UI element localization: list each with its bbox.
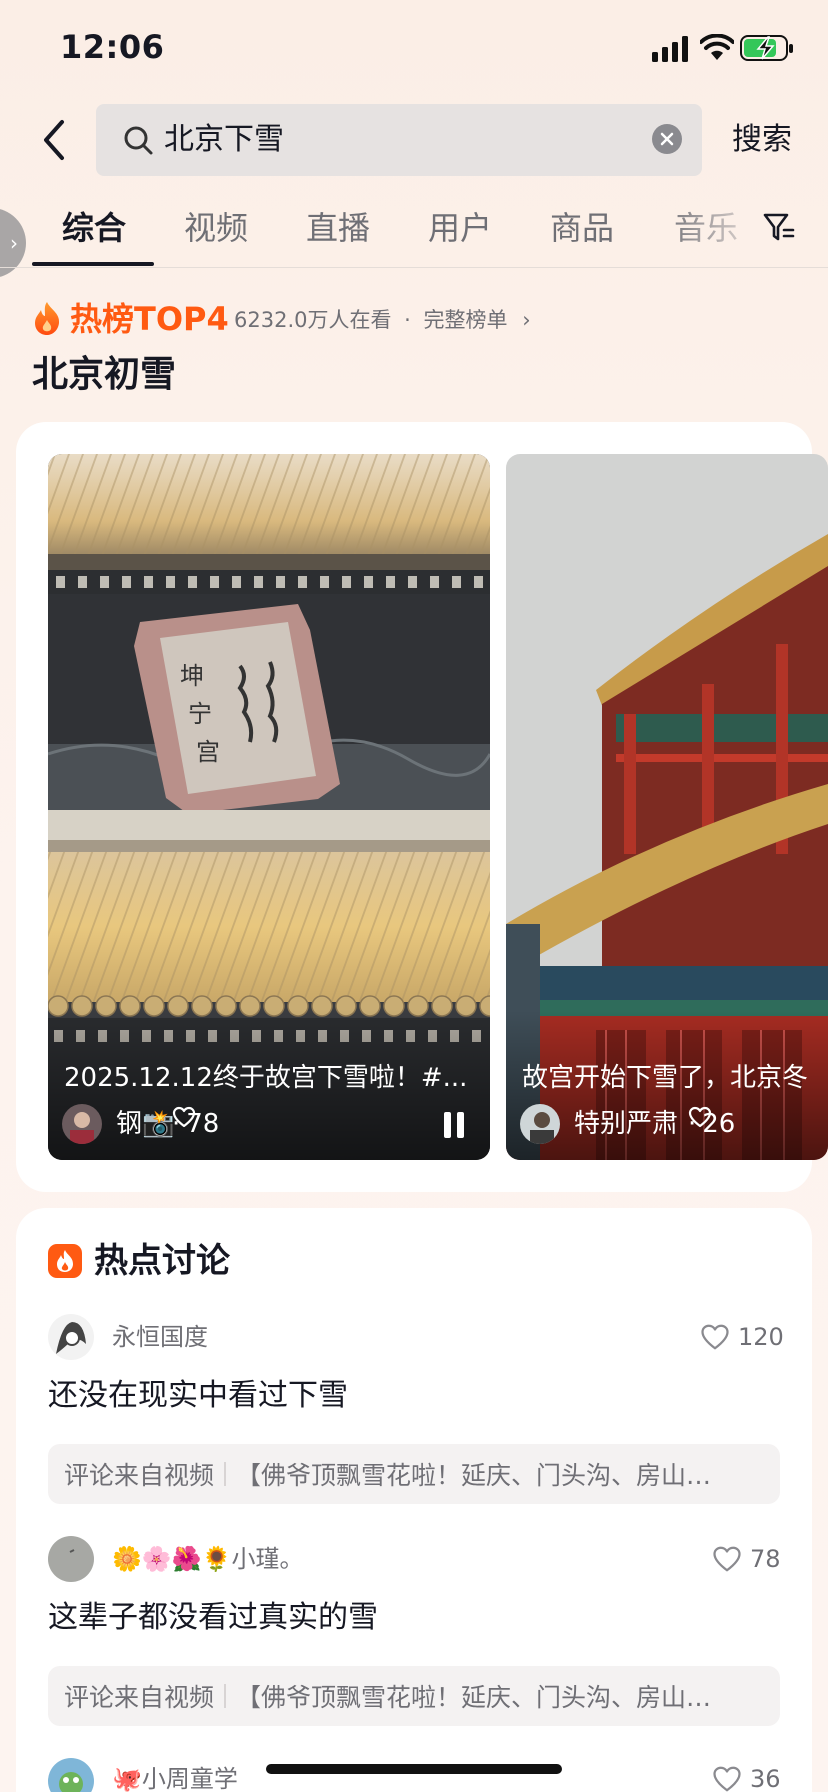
divider: [224, 1462, 227, 1486]
svg-text:坤: 坤: [180, 662, 204, 690]
filter-icon[interactable]: [762, 210, 796, 244]
source-video-title: 【佛爷顶飘雪花啦！延庆、门头沟、房山…: [236, 1683, 712, 1712]
hot-discussion-icon: [48, 1244, 82, 1278]
avatar[interactable]: [62, 1104, 102, 1144]
video-caption: 故宫开始下雪了，北京冬: [522, 1063, 809, 1093]
avatar[interactable]: [520, 1104, 560, 1144]
chevron-right-icon: ›: [522, 308, 531, 332]
hot-discussion-title: 热点讨论: [94, 1241, 230, 1281]
clear-search-button[interactable]: [652, 124, 682, 154]
heart-icon: [713, 1766, 741, 1792]
comment-text[interactable]: 这辈子都没看过真实的雪: [48, 1596, 378, 1640]
fire-icon: [35, 302, 60, 335]
svg-text:宁: 宁: [188, 700, 212, 728]
status-time: 12:06: [60, 28, 165, 66]
video-author[interactable]: 特别严肃: [574, 1106, 678, 1142]
tabs-divider: [0, 267, 828, 268]
active-tab-indicator: [32, 262, 154, 266]
hot-rank-meta[interactable]: 6232.0万人在看 · 完整榜单 ›: [234, 304, 531, 336]
comment-username[interactable]: 永恒国度: [112, 1320, 208, 1354]
like-count: 36: [750, 1765, 781, 1792]
source-label: 评论来自视频: [64, 1683, 215, 1712]
hot-rank-label[interactable]: 热榜TOP4: [70, 297, 229, 341]
tab-comprehensive[interactable]: 综合: [62, 206, 126, 250]
avatar[interactable]: [48, 1314, 94, 1360]
video-thumbnail[interactable]: 坤宁宫 2025.12.12终于故宫下雪啦！#... 钢📸 · 78: [48, 454, 490, 1160]
chevron-left-icon: [44, 120, 64, 160]
tab-users[interactable]: 用户: [428, 206, 492, 250]
video-likes: · 26: [688, 1106, 735, 1142]
comment-text[interactable]: 还没在现实中看过下雪: [48, 1374, 348, 1418]
video-thumbnail[interactable]: 故宫开始下雪了，北京冬 特别严肃 · 26: [506, 454, 828, 1160]
battery-charging-icon: [740, 35, 793, 61]
topic-title[interactable]: 北京初雪: [32, 350, 176, 400]
tab-videos[interactable]: 视频: [184, 206, 248, 250]
video-author[interactable]: 钢📸: [116, 1106, 174, 1142]
chevron-right-icon: ›: [10, 231, 18, 255]
video-likes: · 78: [172, 1106, 219, 1142]
video-caption: 2025.12.12终于故宫下雪啦！#...: [64, 1063, 468, 1093]
heart-icon: [701, 1324, 729, 1350]
full-list-link[interactable]: 完整榜单: [424, 308, 508, 332]
home-indicator[interactable]: [266, 1764, 562, 1774]
comment-like-button[interactable]: 120: [700, 1320, 784, 1354]
tabs-fade-overlay: [660, 200, 770, 260]
like-count: 78: [750, 1545, 781, 1573]
like-count: 120: [738, 1323, 784, 1351]
heart-icon: [172, 1106, 196, 1128]
avatar[interactable]: [48, 1536, 94, 1582]
comment-source-link[interactable]: 评论来自视频 【佛爷顶飘雪花啦！延庆、门头沟、房山…: [48, 1666, 780, 1726]
back-button[interactable]: [30, 112, 78, 168]
meta-separator: ·: [404, 308, 411, 332]
search-query-text: 北京下雪: [164, 122, 284, 157]
source-video-title: 【佛爷顶飘雪花啦！延庆、门头沟、房山…: [236, 1461, 712, 1490]
svg-text:宫: 宫: [196, 738, 220, 766]
search-button[interactable]: 搜索: [732, 118, 792, 162]
comment-like-button[interactable]: 78: [712, 1542, 781, 1576]
comment-username[interactable]: 🐙小周童学: [112, 1762, 238, 1792]
heart-icon: [713, 1546, 741, 1572]
wifi-icon: [700, 34, 734, 60]
cellular-signal-icon: [652, 36, 688, 62]
tab-live[interactable]: 直播: [306, 206, 370, 250]
divider: [224, 1684, 227, 1708]
comment-source-link[interactable]: 评论来自视频 【佛爷顶飘雪花啦！延庆、门头沟、房山…: [48, 1444, 780, 1504]
source-label: 评论来自视频: [64, 1461, 215, 1490]
viewer-count: 6232.0万人在看: [234, 308, 392, 332]
comment-username[interactable]: 🌼🌸🌺🌻小瑾。: [112, 1542, 304, 1576]
heart-icon: [688, 1106, 712, 1128]
comment-like-button[interactable]: 36: [712, 1762, 781, 1792]
pause-icon[interactable]: [444, 1112, 468, 1140]
tab-products[interactable]: 商品: [550, 206, 614, 250]
close-icon: [660, 132, 674, 146]
search-icon: [124, 126, 153, 155]
